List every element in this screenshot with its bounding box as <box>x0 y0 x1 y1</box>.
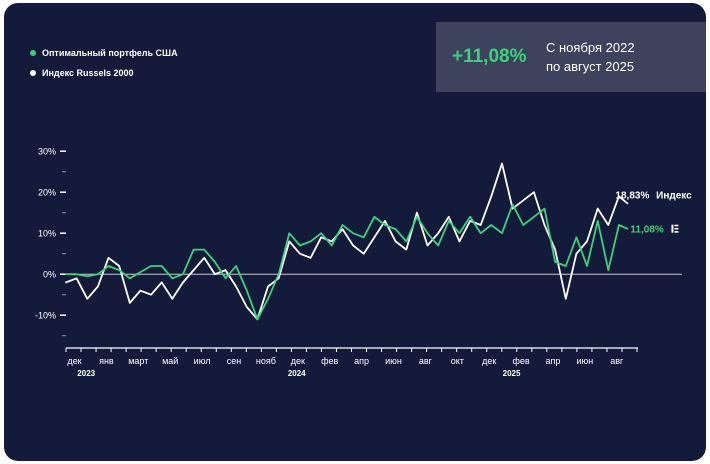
y-tick-label: -10% <box>35 311 56 321</box>
y-axis: 30% 20% 10% 0% -10% <box>35 147 66 337</box>
index-end-name: Индекс <box>656 190 692 201</box>
chart-card: Оптимальный портфель США Индекс Russels … <box>4 3 706 461</box>
x-tick-label: июл <box>194 356 211 366</box>
x-tick-label: май <box>162 356 178 366</box>
x-tick-label: фев <box>512 356 529 366</box>
x-year-label: 2025 <box>503 369 521 378</box>
x-tick-label: дек <box>67 356 81 366</box>
flag-bar <box>674 231 679 233</box>
x-tick-label: сен <box>227 356 242 366</box>
x-tick-label: апр <box>546 356 561 366</box>
x-tick-label: дек <box>482 356 496 366</box>
y-tick-label: 20% <box>38 188 56 198</box>
x-tick-label: март <box>128 356 148 366</box>
x-axis: дек янв март май июл сен нояб дек фев апр июн авг ок… <box>65 347 638 378</box>
y-tick-label: 30% <box>38 147 56 157</box>
x-tick-label: дек <box>291 356 305 366</box>
x-tick-label: окт <box>451 356 464 366</box>
x-tick-label: июн <box>577 356 594 366</box>
x-tick-label: янв <box>99 356 114 366</box>
flag-pole <box>671 224 674 233</box>
x-tick-label: фев <box>321 356 338 366</box>
series-group <box>65 162 629 321</box>
index-end-value: 18,83% <box>615 190 649 201</box>
portfolio-end-label: 11,08% <box>630 225 663 236</box>
x-year-label: 2023 <box>77 369 95 378</box>
x-tick-label: нояб <box>256 356 276 366</box>
x-tick-label: авг <box>610 356 624 366</box>
portfolio-flag-icon <box>671 224 679 233</box>
x-year-label: 2024 <box>288 369 306 378</box>
x-tick-label: июн <box>385 356 402 366</box>
x-tick-label: апр <box>354 356 369 366</box>
y-tick-label: 0% <box>43 270 56 280</box>
flag-bar <box>674 224 679 227</box>
y-tick-label: 10% <box>38 229 56 239</box>
x-tick-label: авг <box>419 356 433 366</box>
index-end-label: 18,83% Индекс <box>615 190 692 201</box>
line-chart: 30%20%10%0%-10% дек янв март май июл сен нояб д… <box>35 147 692 378</box>
series-line-index <box>65 162 629 321</box>
flag-bar <box>674 227 679 230</box>
